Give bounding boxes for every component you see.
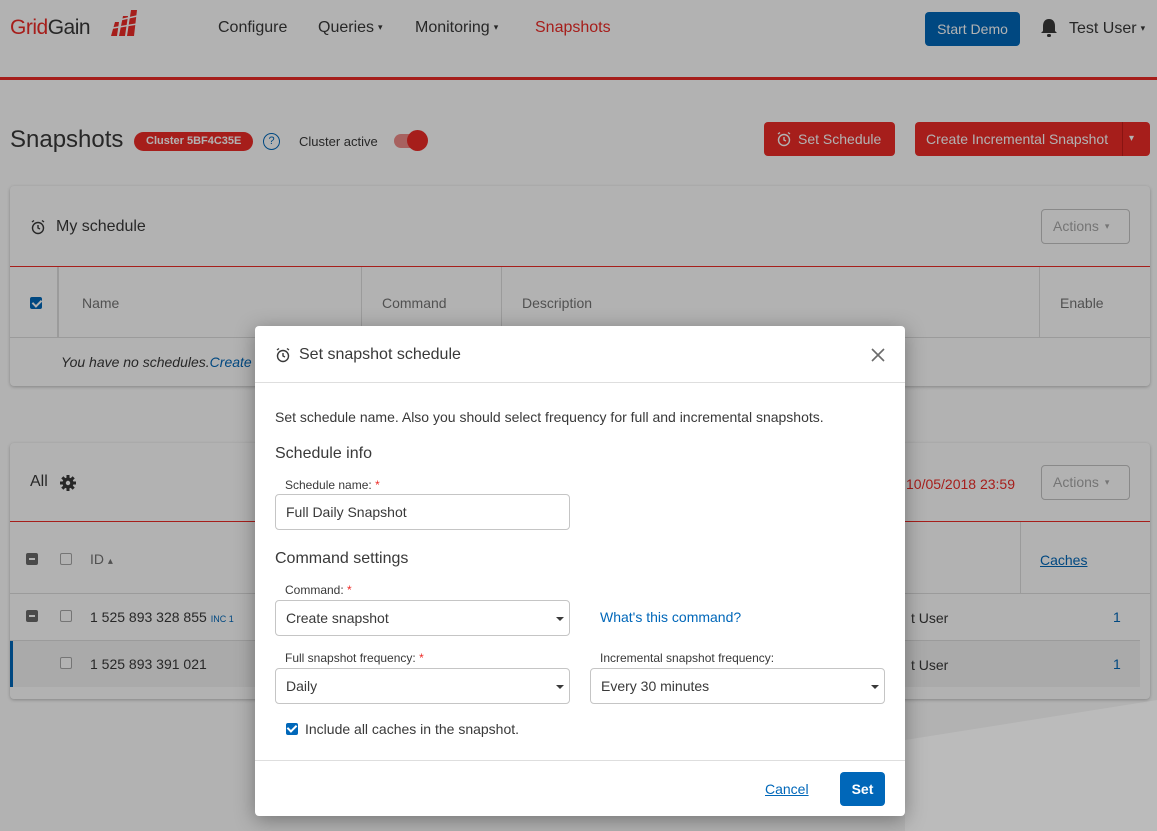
incremental-frequency-label: Incremental snapshot frequency: xyxy=(600,651,775,665)
dropdown-arrow-icon xyxy=(871,685,879,689)
dialog-footer-divider xyxy=(255,760,905,761)
cancel-button[interactable]: Cancel xyxy=(765,781,809,797)
dialog-title: Set snapshot schedule xyxy=(299,346,461,363)
section-command-settings: Command settings xyxy=(275,550,409,567)
dialog-header: Set snapshot schedule xyxy=(255,326,905,383)
dropdown-arrow-icon xyxy=(556,617,564,621)
alarm-clock-icon xyxy=(276,347,290,363)
schedule-name-input[interactable]: Full Daily Snapshot xyxy=(275,494,570,530)
full-frequency-select[interactable]: Daily xyxy=(275,668,570,704)
full-frequency-label: Full snapshot frequency: * xyxy=(285,651,424,665)
set-snapshot-schedule-dialog: Set snapshot schedule Set schedule name.… xyxy=(255,326,905,816)
schedule-name-label: Schedule name: * xyxy=(285,478,380,492)
set-button[interactable]: Set xyxy=(840,772,885,806)
incremental-frequency-select[interactable]: Every 30 minutes xyxy=(590,668,885,704)
dialog-description: Set schedule name. Also you should selec… xyxy=(275,409,824,425)
command-select[interactable]: Create snapshot xyxy=(275,600,570,636)
command-label: Command: * xyxy=(285,583,352,597)
include-caches-label[interactable]: Include all caches in the snapshot. xyxy=(305,721,519,737)
include-caches-checkbox[interactable] xyxy=(286,723,298,735)
dropdown-arrow-icon xyxy=(556,685,564,689)
close-icon[interactable] xyxy=(871,348,885,362)
whats-this-command-link[interactable]: What's this command? xyxy=(600,609,741,625)
section-schedule-info: Schedule info xyxy=(275,445,372,462)
